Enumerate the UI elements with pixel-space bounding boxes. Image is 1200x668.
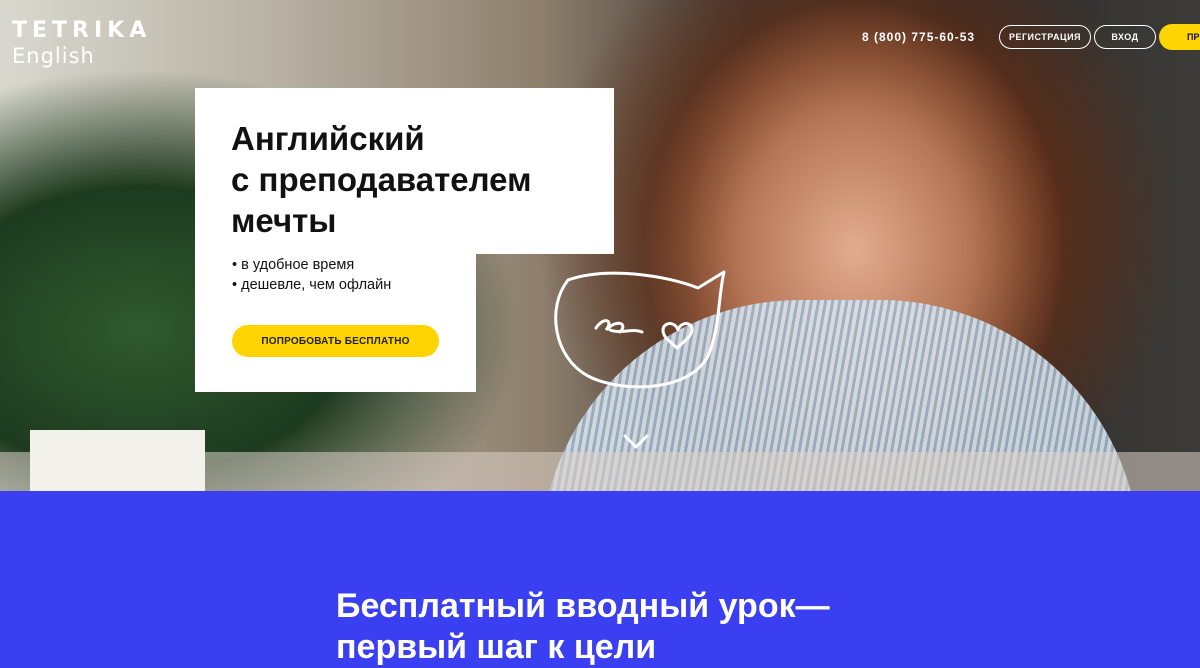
speech-bubble-doodle-icon (554, 270, 726, 389)
section-title-line: Бесплатный вводный урок— (336, 587, 830, 625)
header-cta-button[interactable]: ПР (1159, 24, 1200, 50)
try-free-button[interactable]: ПОПРОБОВАТЬ БЕСПЛАТНО (232, 325, 439, 357)
section-title-line: первый шаг к цели (336, 628, 657, 666)
hero-title-line: мечты (231, 202, 337, 239)
section-title: Бесплатный вводный урок— первый шаг к це… (336, 586, 830, 668)
register-button[interactable]: РЕГИСТРАЦИЯ (999, 25, 1091, 49)
hero-photo-plant-pot (30, 430, 205, 491)
benefit-item: • в удобное время (232, 257, 355, 273)
login-button[interactable]: ВХОД (1094, 25, 1156, 49)
phone-number[interactable]: 8 (800) 775-60-53 (862, 30, 975, 44)
hero-title: Английский с преподавателем мечты (231, 118, 601, 241)
logo[interactable]: TETRIKA English (12, 18, 151, 68)
hero-benefits-list: • в удобное время • дешевле, чем офлайн (232, 255, 391, 295)
chevron-down-icon[interactable] (622, 430, 650, 452)
hero-title-line: с преподавателем (231, 161, 532, 198)
logo-wordmark: TETRIKA (12, 18, 152, 43)
benefit-item: • дешевле, чем офлайн (232, 277, 392, 293)
logo-subtitle: English (12, 44, 95, 68)
hero-title-line: Английский (231, 120, 425, 157)
